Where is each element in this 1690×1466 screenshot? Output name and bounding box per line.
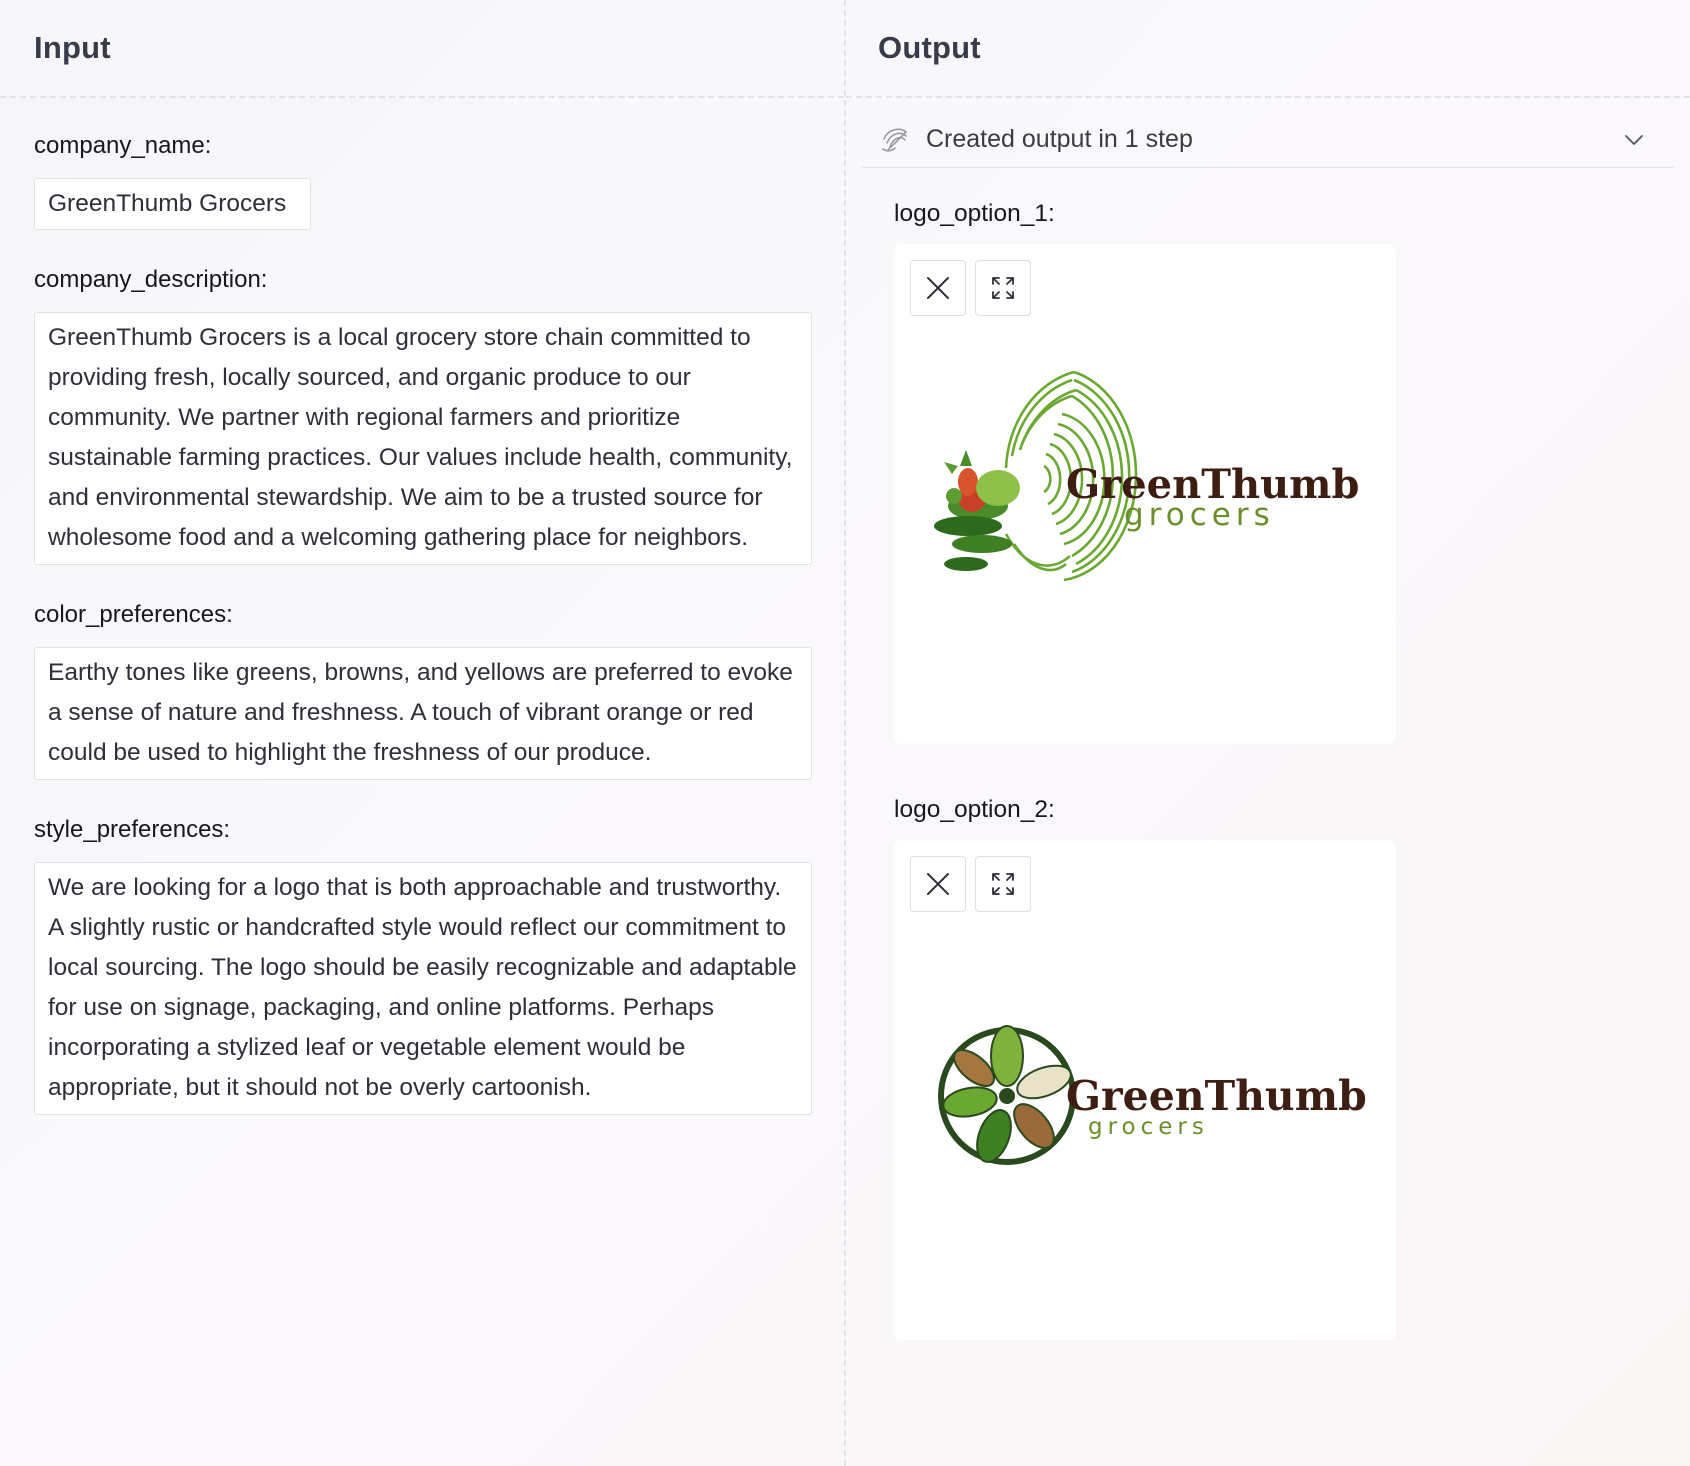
app-root: Input company_name: GreenThumb Grocers c… <box>0 0 1690 1466</box>
step-summary-toggle[interactable]: Created output in 1 step <box>862 112 1674 168</box>
company-name-label: company_name: <box>34 132 212 159</box>
field-color-preferences: color_preferences: Earthy tones like gre… <box>34 600 812 780</box>
logo-option-1-close-button[interactable] <box>910 260 966 316</box>
logo-option-1-image[interactable]: GreenThumb grocers <box>894 244 1396 744</box>
close-icon <box>927 277 949 299</box>
chevron-down-icon[interactable] <box>1622 128 1646 152</box>
logo-option-1-label: logo_option_1: <box>894 200 1055 227</box>
output-panel-header: Output <box>846 0 1690 98</box>
company-description-label: company_description: <box>34 266 268 293</box>
logo-option-2-label: logo_option_2: <box>894 796 1055 823</box>
logo-option-2-close-button[interactable] <box>910 856 966 912</box>
color-preferences-value[interactable]: Earthy tones like greens, browns, and ye… <box>34 647 812 780</box>
logo-option-1-card: GreenThumb grocers <box>894 244 1396 744</box>
logo-option-2-expand-button[interactable] <box>975 856 1031 912</box>
company-name-value[interactable]: GreenThumb Grocers <box>34 178 311 230</box>
output-panel: Output Created output in 1 step logo_opt… <box>846 0 1690 1466</box>
field-company-description: company_description: GreenThumb Grocers … <box>34 265 812 565</box>
logo-option-2-image[interactable]: GreenThumb grocers <box>894 840 1396 1340</box>
logo-option-2-card: GreenThumb grocers <box>894 840 1396 1340</box>
logo-1-subtitle: grocers <box>1124 497 1275 533</box>
field-company-name: company_name: GreenThumb Grocers <box>34 131 810 230</box>
field-style-preferences: style_preferences: We are looking for a … <box>34 815 812 1115</box>
logo-option-1-expand-button[interactable] <box>975 260 1031 316</box>
logo-2-subtitle: grocers <box>1088 1114 1209 1140</box>
style-preferences-value[interactable]: We are looking for a logo that is both a… <box>34 862 812 1115</box>
input-panel-header: Input <box>0 0 844 98</box>
expand-icon <box>992 277 1014 299</box>
input-panel: Input company_name: GreenThumb Grocers c… <box>0 0 846 1466</box>
expand-icon <box>992 873 1014 895</box>
output-panel-title: Output <box>878 30 981 65</box>
logo-2-wordmark: GreenThumb <box>1066 1072 1367 1120</box>
step-summary-text: Created output in 1 step <box>926 125 1193 153</box>
steps-icon <box>882 128 907 152</box>
company-description-value[interactable]: GreenThumb Grocers is a local grocery st… <box>34 312 812 565</box>
close-icon <box>927 873 949 895</box>
input-panel-title: Input <box>34 30 111 65</box>
input-fields: company_name: GreenThumb Grocers company… <box>0 98 844 1115</box>
color-preferences-label: color_preferences: <box>34 601 233 628</box>
output-images: logo_option_1: GreenThumb grocers logo_o… <box>846 168 1690 1340</box>
style-preferences-label: style_preferences: <box>34 816 231 843</box>
